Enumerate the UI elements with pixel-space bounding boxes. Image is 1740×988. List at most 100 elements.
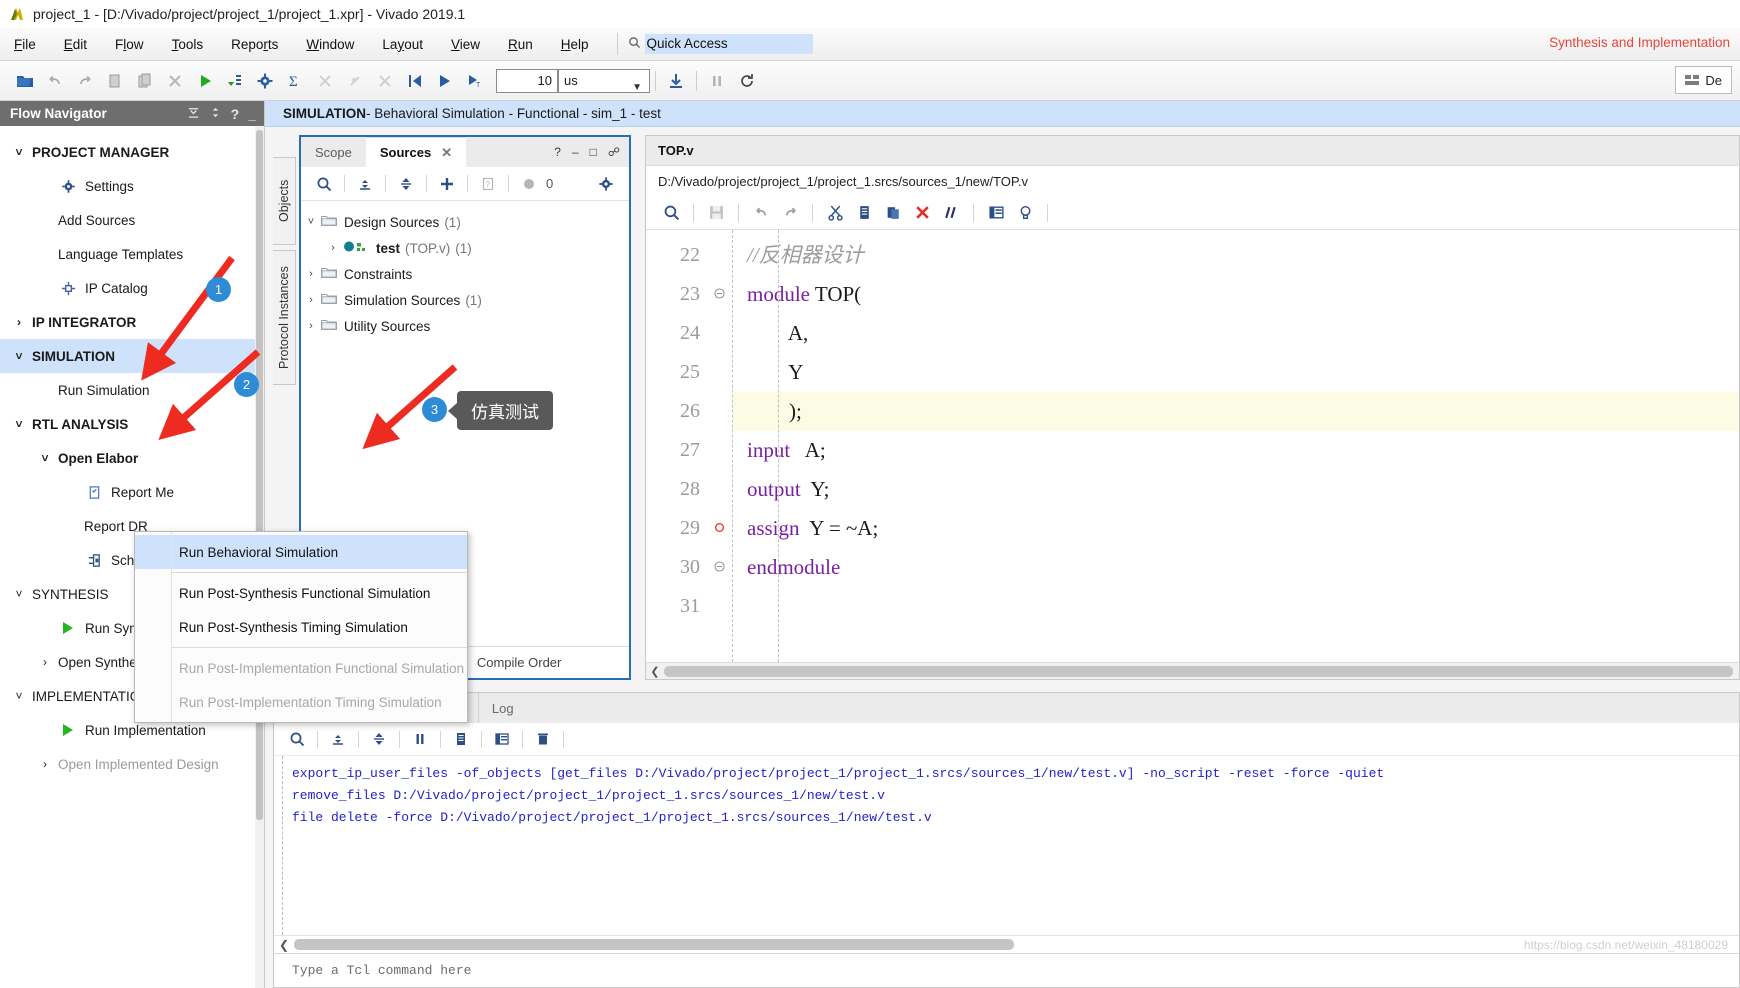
vertical-tab-objects[interactable]: Objects <box>273 157 296 245</box>
menu-item-run-behavioral-simulation[interactable]: Run Behavioral Simulation <box>135 535 467 569</box>
run-icon[interactable] <box>190 66 220 96</box>
chevron-right-icon[interactable]: › <box>8 315 30 329</box>
paste-icon[interactable] <box>880 200 906 226</box>
bulb-icon[interactable] <box>1012 200 1038 226</box>
search-icon[interactable] <box>658 200 684 226</box>
code-area[interactable]: 22 23 24 25 26 27 28 29 30 31 //反相器设计 module TOP( … <box>646 230 1739 662</box>
run-time-unit-select[interactable]: us ▼ <box>558 68 650 93</box>
copy-icon[interactable] <box>851 200 877 226</box>
undo-icon[interactable] <box>748 200 774 226</box>
float-icon[interactable]: ☍ <box>608 145 620 159</box>
quick-access[interactable]: Quick Access <box>616 33 813 55</box>
code-line[interactable]: module TOP( <box>733 275 1739 314</box>
minimize-icon[interactable]: – <box>572 145 579 159</box>
quick-access-input[interactable]: Quick Access <box>644 34 813 54</box>
step-back-icon[interactable] <box>400 66 430 96</box>
chevron-down-icon[interactable]: ˅ <box>34 451 56 465</box>
tree-node[interactable]: › Utility Sources <box>301 313 629 339</box>
scroll-left-icon[interactable]: ❮ <box>646 665 664 678</box>
paste-icon[interactable] <box>130 66 160 96</box>
gear-icon[interactable] <box>593 171 619 197</box>
save-icon[interactable] <box>703 200 729 226</box>
tree-node[interactable]: ˅ Design Sources (1) <box>301 209 629 235</box>
menu-flow[interactable]: Flow <box>101 28 158 61</box>
chevron-down-icon[interactable]: ˅ <box>8 587 30 601</box>
editor-tab[interactable]: TOP.v <box>646 136 1739 166</box>
code-line[interactable]: A, <box>733 314 1739 353</box>
editor-scroll-thumb[interactable] <box>664 665 1733 677</box>
sidebar-item-report-me[interactable]: Report Me <box>0 475 264 509</box>
open-project-icon[interactable] <box>10 66 40 96</box>
add-sources-icon[interactable] <box>434 171 460 197</box>
sidebar-item-open-implemented-design[interactable]: › Open Implemented Design <box>0 747 264 781</box>
bottom-tab-compile-order[interactable]: Compile Order <box>467 651 572 674</box>
code-line[interactable]: output Y; <box>733 470 1739 509</box>
chevron-right-icon[interactable]: › <box>34 655 56 669</box>
help-icon[interactable]: ? <box>231 106 240 122</box>
report-icon[interactable]: ? <box>475 171 501 197</box>
console-horizontal-scrollbar[interactable]: ❮ <box>274 935 1739 953</box>
menu-edit[interactable]: Edit <box>50 28 101 61</box>
sidebar-item-rtl-analysis[interactable]: ˅ RTL ANALYSIS <box>0 407 264 441</box>
layout-selector-button[interactable]: De <box>1675 66 1732 94</box>
sidebar-item-add-sources[interactable]: Add Sources <box>0 203 264 237</box>
sidebar-item-ip-integrator[interactable]: › IP INTEGRATOR <box>0 305 264 339</box>
tcl-command-input[interactable]: Type a Tcl command here <box>274 953 1739 987</box>
sidebar-item-project-manager[interactable]: ˅ PROJECT MANAGER <box>0 135 264 169</box>
columns-icon[interactable] <box>983 200 1009 226</box>
menu-run[interactable]: Run <box>494 28 547 61</box>
tree-node[interactable]: › test (TOP.v) (1) <box>301 235 629 261</box>
menu-window[interactable]: Window <box>292 28 368 61</box>
chevron-right-icon[interactable]: › <box>301 268 321 280</box>
break-icon[interactable] <box>340 66 370 96</box>
chevron-right-icon[interactable]: › <box>323 242 343 254</box>
maximize-icon[interactable]: □ <box>590 145 597 159</box>
code-line[interactable]: Y <box>733 353 1739 392</box>
pause-icon[interactable] <box>407 726 433 752</box>
delete-icon[interactable] <box>160 66 190 96</box>
tree-node[interactable]: › Simulation Sources (1) <box>301 287 629 313</box>
code-line[interactable]: input A; <box>733 431 1739 470</box>
copy-icon[interactable] <box>100 66 130 96</box>
cut-icon[interactable] <box>822 200 848 226</box>
menu-tools[interactable]: Tools <box>158 28 218 61</box>
chevron-down-icon[interactable]: ˅ <box>8 689 30 703</box>
fold-toggle-icon[interactable] <box>706 548 732 587</box>
menu-item-run-post-synthesis-functional-simulation[interactable]: Run Post-Synthesis Functional Simulation <box>135 576 467 610</box>
chevron-down-icon[interactable]: ˅ <box>8 349 30 363</box>
collapse-all-icon[interactable] <box>325 726 351 752</box>
run-for-icon[interactable]: T <box>460 66 490 96</box>
trash-icon[interactable] <box>530 726 556 752</box>
editor-horizontal-scrollbar[interactable]: ❮ <box>646 662 1739 679</box>
menu-view[interactable]: View <box>437 28 494 61</box>
search-icon[interactable] <box>311 171 337 197</box>
menu-layout[interactable]: Layout <box>368 28 437 61</box>
undo-icon[interactable] <box>40 66 70 96</box>
code-line[interactable]: assign Y = ~A; <box>733 509 1739 548</box>
tab-scope[interactable]: Scope <box>301 137 366 167</box>
tab-sources[interactable]: Sources ✕ <box>365 137 467 167</box>
minimize-icon[interactable]: _ <box>248 106 256 122</box>
scroll-left-icon[interactable]: ❮ <box>274 938 294 952</box>
chevron-right-icon[interactable]: › <box>301 294 321 306</box>
sidebar-item-run-simulation[interactable]: Run Simulation <box>0 373 264 407</box>
fold-toggle-icon[interactable] <box>706 275 732 314</box>
relaunch-icon[interactable] <box>310 66 340 96</box>
copy-icon[interactable] <box>448 726 474 752</box>
console-tab-log[interactable]: Log <box>477 693 527 723</box>
sidebar-item-language-templates[interactable]: Language Templates <box>0 237 264 271</box>
pause-icon[interactable] <box>702 66 732 96</box>
collapse-all-icon[interactable] <box>352 171 378 197</box>
help-icon[interactable]: ? <box>554 145 561 159</box>
columns-icon[interactable] <box>489 726 515 752</box>
close-icon[interactable]: ✕ <box>441 145 452 161</box>
settings-gear-icon[interactable] <box>250 66 280 96</box>
download-icon[interactable] <box>661 66 691 96</box>
code-line[interactable]: //反相器设计 <box>733 236 1739 275</box>
redo-icon[interactable] <box>70 66 100 96</box>
code-line[interactable]: endmodule <box>733 548 1739 587</box>
code-line[interactable] <box>733 587 1739 626</box>
delete-x-icon[interactable] <box>909 200 935 226</box>
sidebar-item-settings[interactable]: Settings <box>0 169 264 203</box>
tree-node[interactable]: › Constraints <box>301 261 629 287</box>
